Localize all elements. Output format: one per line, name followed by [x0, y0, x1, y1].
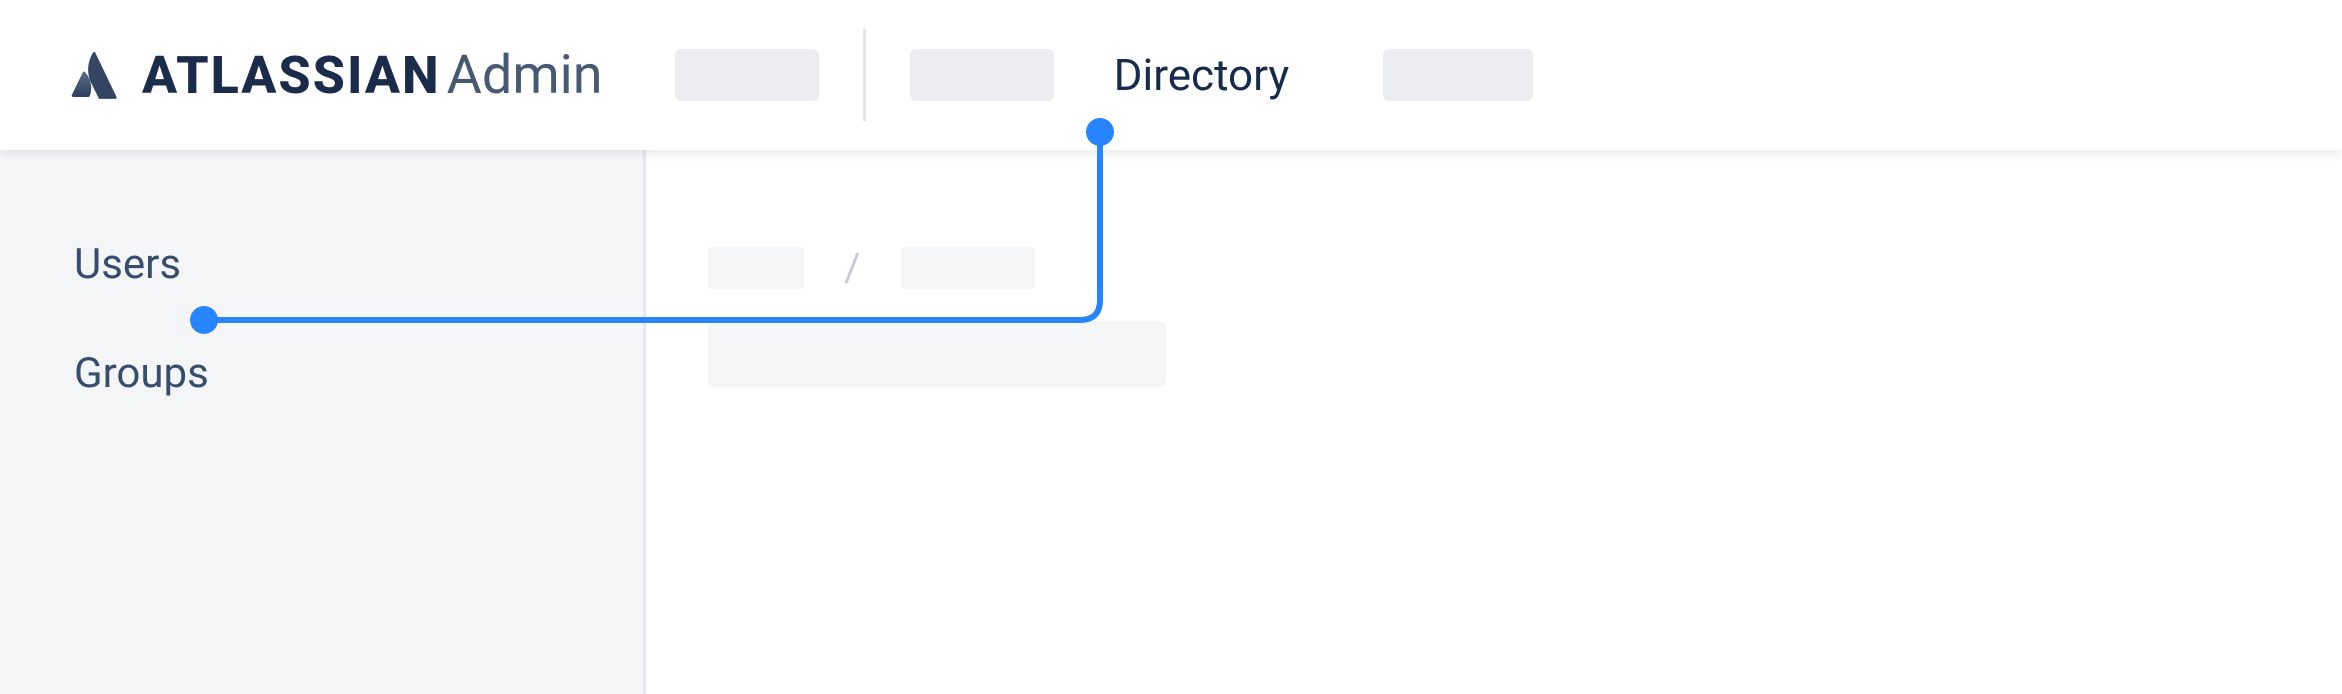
- nav-item-directory[interactable]: Directory: [1114, 49, 1290, 101]
- nav-divider: [863, 29, 866, 121]
- content-area: Users Groups /: [0, 150, 2342, 694]
- breadcrumb-placeholder[interactable]: [708, 247, 804, 289]
- brand-suffix: Admin: [447, 44, 603, 107]
- top-navigation: ATLASSIAN Admin Directory: [0, 0, 2342, 150]
- brand-text: ATLASSIAN Admin: [142, 44, 603, 107]
- sidebar-item-users[interactable]: Users: [74, 240, 643, 289]
- nav-item-placeholder[interactable]: [1383, 49, 1533, 101]
- breadcrumb-separator: /: [844, 244, 861, 291]
- main-content: /: [646, 150, 2342, 694]
- atlassian-logo-icon: [68, 49, 120, 101]
- breadcrumb-placeholder[interactable]: [901, 247, 1035, 289]
- brand-name: ATLASSIAN: [142, 45, 441, 106]
- page-title-placeholder: [708, 321, 1166, 387]
- sidebar-item-groups[interactable]: Groups: [74, 349, 643, 398]
- nav-item-placeholder[interactable]: [910, 49, 1054, 101]
- sidebar: Users Groups: [0, 150, 646, 694]
- breadcrumb: /: [708, 244, 2342, 291]
- brand-block: ATLASSIAN Admin: [68, 44, 603, 107]
- nav-item-placeholder[interactable]: [675, 49, 819, 101]
